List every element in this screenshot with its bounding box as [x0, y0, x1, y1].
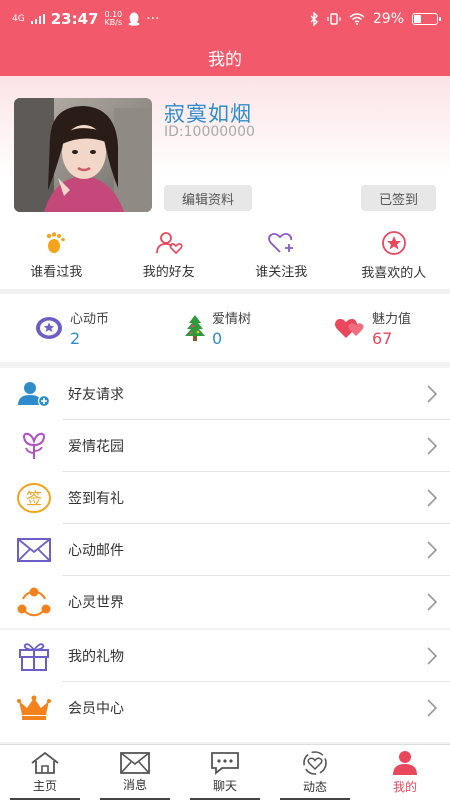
menu-item-label: 我的礼物	[68, 649, 124, 665]
chevron-right-icon	[427, 437, 438, 455]
coin-icon	[36, 317, 62, 339]
gift-icon	[19, 643, 49, 671]
clock: 23:47	[50, 10, 99, 28]
quick-link-label: 谁关注我	[255, 264, 308, 280]
quick-link-label: 我的好友	[142, 264, 195, 280]
quick-link-visitors[interactable]: 谁看过我	[0, 221, 113, 289]
add-user-icon	[18, 382, 51, 407]
envelope-icon	[120, 752, 150, 774]
svg-text:签: 签	[26, 489, 42, 508]
quick-link-label: 我喜欢的人	[361, 265, 427, 281]
menu-item-label: 签到有礼	[68, 491, 124, 507]
page-title: 我的	[208, 49, 242, 70]
sign-in-icon: 签	[17, 483, 51, 513]
profile-icon	[393, 751, 417, 775]
menu-item-label: 爱情花园	[68, 439, 124, 455]
stat-label: 魅力值	[372, 312, 412, 327]
moments-icon	[303, 751, 327, 775]
more-indicator: ···	[146, 11, 160, 27]
menu-list: 好友请求 爱情花园 签 签到有礼 心动邮件 心灵世界	[0, 368, 450, 628]
tab-messages[interactable]: 消息	[90, 745, 180, 800]
status-bar: 4G 23:47 0.10 KB/s ··· 29%	[0, 0, 450, 38]
battery-icon	[412, 13, 441, 25]
chat-icon	[211, 752, 239, 775]
menu-item-label: 心灵世界	[68, 595, 124, 611]
menu-item-friend-requests[interactable]: 好友请求	[0, 368, 450, 420]
friend-heart-icon	[155, 231, 183, 254]
bluetooth-icon	[310, 12, 318, 26]
tab-label: 消息	[122, 778, 147, 792]
network-icon	[17, 587, 51, 617]
profile-card: 寂寞如烟 ID:10000000 编辑资料 已签到	[0, 76, 450, 221]
tab-label: 聊天	[212, 779, 237, 793]
stats-row: 心动币 2 爱情树 0 魅力值 67	[0, 294, 450, 362]
vibrate-icon	[327, 13, 341, 25]
chevron-right-icon	[427, 489, 438, 507]
mail-icon	[17, 538, 51, 562]
bottom-tab-bar: 主页 消息 聊天 动态 我的	[0, 744, 450, 800]
hearts-icon	[335, 318, 364, 338]
menu-item-label: 会员中心	[68, 701, 124, 717]
chevron-right-icon	[427, 385, 438, 403]
wifi-icon	[349, 13, 365, 25]
footprint-icon	[47, 231, 66, 253]
star-circle-icon	[381, 230, 406, 255]
user-id: ID:10000000	[164, 124, 255, 140]
tab-home[interactable]: 主页	[0, 745, 90, 800]
stat-love-tree[interactable]: 爱情树 0	[150, 294, 300, 362]
stat-charm[interactable]: 魅力值 67	[300, 294, 450, 362]
stat-label: 心动币	[70, 312, 110, 327]
network-indicator: 4G	[12, 13, 25, 24]
menu-item-love-garden[interactable]: 爱情花园	[0, 420, 450, 472]
menu-item-my-gifts[interactable]: 我的礼物	[0, 630, 450, 682]
quick-link-label: 谁看过我	[30, 264, 83, 280]
stat-value: 2	[70, 329, 81, 348]
menu-list-secondary: 我的礼物 会员中心	[0, 630, 450, 742]
tab-moments[interactable]: 动态	[270, 745, 360, 800]
menu-item-label: 心动邮件	[68, 543, 124, 559]
menu-item-sign-in-reward[interactable]: 签 签到有礼	[0, 472, 450, 524]
quick-link-liked[interactable]: 我喜欢的人	[338, 221, 450, 289]
menu-item-label: 好友请求	[68, 387, 124, 403]
stat-value: 0	[212, 329, 223, 348]
menu-item-soul-world[interactable]: 心灵世界	[0, 576, 450, 628]
flower-icon	[22, 432, 46, 459]
tree-icon	[185, 315, 205, 341]
avatar[interactable]	[14, 98, 152, 212]
quick-links: 谁看过我 我的好友 谁关注我 我喜欢的人	[0, 221, 450, 289]
net-speed: 0.10 KB/s	[104, 10, 123, 27]
tab-label: 我的	[392, 780, 417, 794]
battery-percent: 29%	[372, 11, 404, 27]
stat-label: 爱情树	[212, 312, 252, 327]
home-icon	[31, 751, 59, 774]
qq-icon	[128, 12, 140, 26]
quick-link-followers[interactable]: 谁关注我	[225, 221, 338, 289]
tab-label: 主页	[32, 779, 57, 793]
signed-in-button[interactable]: 已签到	[361, 185, 436, 211]
tab-profile[interactable]: 我的	[360, 745, 450, 800]
crown-icon	[17, 695, 51, 720]
tab-chat[interactable]: 聊天	[180, 745, 270, 800]
heart-plus-icon	[268, 232, 294, 253]
chevron-right-icon	[427, 593, 438, 611]
edit-profile-button[interactable]: 编辑资料	[164, 185, 252, 211]
stat-coins[interactable]: 心动币 2	[0, 294, 150, 362]
chevron-right-icon	[427, 699, 438, 717]
menu-item-vip-center[interactable]: 会员中心	[0, 682, 450, 734]
tab-label: 动态	[302, 780, 327, 794]
title-bar: 我的	[0, 38, 450, 76]
chevron-right-icon	[427, 647, 438, 665]
stat-value: 67	[372, 329, 393, 348]
signal-icon	[30, 14, 45, 24]
menu-item-love-mail[interactable]: 心动邮件	[0, 524, 450, 576]
quick-link-friends[interactable]: 我的好友	[113, 221, 226, 289]
chevron-right-icon	[427, 541, 438, 559]
